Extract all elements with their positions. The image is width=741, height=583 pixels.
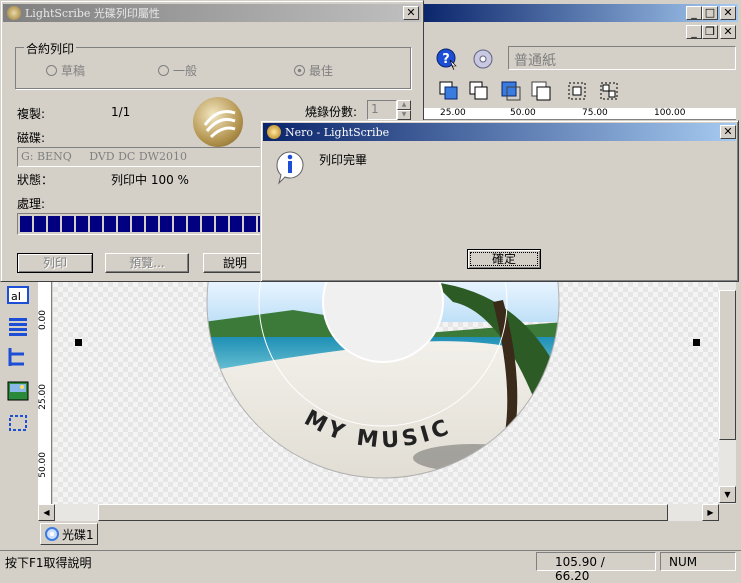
burn-copies-spinner[interactable]: ▲ ▼: [397, 100, 411, 120]
quality-draft-label: 草稿: [61, 64, 86, 78]
status-hint: 按下F1取得說明: [5, 556, 92, 570]
ruler-label: 100.00: [654, 108, 686, 118]
horizontal-scrollbar[interactable]: ◀ ▶: [38, 504, 719, 521]
group-label: 合約列印: [24, 40, 77, 57]
status-label: 狀態：: [17, 173, 54, 187]
disc-settings-icon[interactable]: [472, 48, 494, 70]
drive-select[interactable]: G: BENQ DVD DC DW2010: [17, 147, 263, 167]
status-bar: 按下F1取得說明 105.90 / 66.20 NUM: [0, 550, 741, 583]
scroll-right-button[interactable]: ▶: [702, 504, 719, 521]
dialog-title: LightScribe 光碟列印屬性: [25, 7, 160, 20]
svg-text:?: ?: [442, 52, 450, 67]
ungroup-icon[interactable]: [598, 80, 620, 102]
preview-button[interactable]: 預覽...: [105, 253, 189, 273]
ruler-label: 25.00: [440, 108, 466, 118]
help-button[interactable]: 說明: [203, 253, 267, 273]
ruler-label: 75.00: [582, 108, 608, 118]
send-backward-icon[interactable]: [530, 80, 552, 102]
quality-best-radio[interactable]: 最佳: [294, 62, 333, 79]
image-tool-icon[interactable]: [6, 380, 30, 402]
progress-fill: [20, 216, 260, 232]
tab-label: 光碟1: [62, 527, 94, 542]
paper-type-select[interactable]: 普通紙: [508, 46, 736, 70]
status-num: NUM: [660, 552, 736, 571]
close-button[interactable]: ✕: [720, 6, 736, 20]
group-icon[interactable]: [566, 80, 588, 102]
dialog-titlebar: LightScribe 光碟列印屬性: [3, 4, 421, 22]
selection-handle[interactable]: [693, 339, 700, 346]
burn-copies-input[interactable]: 1: [367, 100, 397, 120]
lightscribe-logo-icon: [7, 6, 21, 20]
nero-logo-icon: [267, 125, 281, 139]
mdi-close-button[interactable]: ✕: [720, 25, 736, 39]
dialog-close-button[interactable]: ✕: [403, 6, 419, 20]
tab-disc1[interactable]: 光碟1: [40, 523, 98, 545]
design-canvas[interactable]: MY MUSIC: [53, 282, 719, 504]
status-coords: 105.90 / 66.20: [536, 552, 656, 583]
selection-handle[interactable]: [75, 339, 82, 346]
quality-normal-label: 一般: [173, 64, 198, 78]
scrollbar-thumb[interactable]: [719, 290, 736, 440]
message-box: Nero - LightScribe ✕ 列印完畢 確定: [260, 120, 739, 282]
help-pointer-icon[interactable]: ?: [436, 48, 458, 71]
process-label: 處理:: [17, 197, 46, 211]
scrollbar-thumb[interactable]: [98, 504, 668, 521]
mdi-restore-button[interactable]: ❐: [702, 25, 718, 39]
bring-forward-icon[interactable]: [500, 80, 522, 102]
frame-tool-icon[interactable]: [6, 412, 30, 434]
tree-tool-icon[interactable]: [6, 346, 30, 368]
text-tool-icon[interactable]: aI: [6, 284, 30, 306]
info-icon: [273, 149, 307, 188]
burn-copies-label: 燒錄份數:: [305, 105, 358, 119]
ruler-label: 50.00: [510, 108, 536, 118]
copies-value: 1/1: [111, 105, 131, 119]
lightscribe-disc-icon: [193, 97, 243, 147]
list-tool-icon[interactable]: [6, 316, 30, 338]
contract-print-group: 合約列印 草稿 一般 最佳: [15, 40, 411, 89]
ok-button[interactable]: 確定: [467, 249, 541, 269]
vertical-ruler: 0.00 25.00 50.00: [38, 282, 52, 504]
quality-draft-radio[interactable]: 草稿: [46, 62, 85, 79]
print-progress-bar: [17, 213, 263, 235]
quality-normal-radio[interactable]: 一般: [158, 62, 197, 79]
mdi-minimize-button[interactable]: _: [686, 25, 702, 39]
scroll-left-button[interactable]: ◀: [38, 504, 55, 521]
scroll-down-button[interactable]: ▼: [719, 486, 736, 503]
align-front-icon[interactable]: [438, 80, 460, 102]
message-titlebar: Nero - LightScribe: [263, 123, 736, 141]
print-button[interactable]: 列印: [17, 253, 93, 273]
message-title: Nero - LightScribe: [285, 125, 390, 139]
disc-label-artwork: MY MUSIC: [206, 282, 560, 479]
message-text: 列印完畢: [319, 153, 368, 167]
svg-text:aI: aI: [11, 290, 21, 303]
minimize-button[interactable]: _: [686, 6, 702, 20]
maximize-button[interactable]: □: [702, 6, 718, 20]
drive-label: 磁碟:: [17, 131, 46, 145]
status-value: 列印中 100 %: [111, 173, 189, 187]
message-close-button[interactable]: ✕: [720, 125, 736, 139]
ruler-label: 0.00: [38, 310, 48, 331]
copies-label: 複製:: [17, 107, 46, 121]
quality-best-label: 最佳: [309, 64, 334, 78]
align-back-icon[interactable]: [468, 80, 490, 102]
disc-icon: [45, 527, 59, 541]
ruler-label: 50.00: [38, 452, 48, 478]
ruler-label: 25.00: [38, 384, 48, 410]
